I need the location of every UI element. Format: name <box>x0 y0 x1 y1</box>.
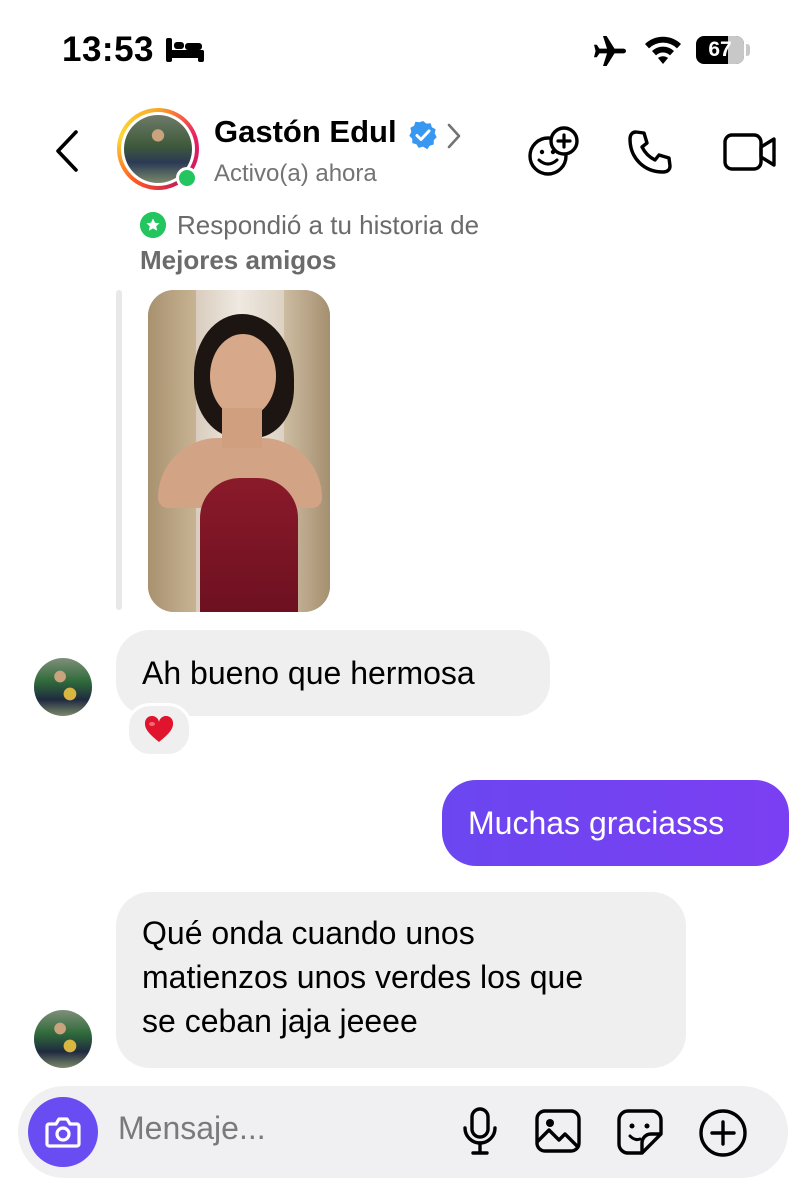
message-text: Muchas graciasss <box>468 805 725 841</box>
sticker-icon[interactable] <box>616 1108 664 1156</box>
outgoing-message[interactable]: Muchas graciasss <box>442 780 789 866</box>
gallery-icon[interactable] <box>534 1108 582 1154</box>
contact-name[interactable]: Gastón Edul <box>214 114 397 150</box>
story-thumbnail[interactable] <box>148 290 330 612</box>
chevron-right-icon[interactable] <box>446 122 462 150</box>
phone-icon[interactable] <box>626 128 674 176</box>
plus-icon[interactable] <box>698 1108 748 1158</box>
close-friends-star-icon <box>140 212 166 238</box>
story-reply-label: Respondió a tu historia de <box>177 210 480 240</box>
reply-quote-bar <box>116 290 122 610</box>
heart-icon <box>144 715 174 742</box>
message-reaction[interactable] <box>126 703 192 757</box>
microphone-icon[interactable] <box>460 1106 500 1156</box>
battery-tip <box>746 44 750 56</box>
bed-icon <box>166 38 204 62</box>
contact-status: Activo(a) ahora <box>214 160 377 187</box>
message-text: Ah bueno que hermosa <box>142 655 475 691</box>
camera-icon <box>45 1117 81 1148</box>
camera-button[interactable] <box>28 1097 98 1167</box>
message-text-line: matienzos unos verdes los que <box>142 959 584 995</box>
incoming-message[interactable]: Qué onda cuando unos matienzos unos verd… <box>116 892 686 1068</box>
wifi-icon <box>645 36 681 64</box>
contact-avatar-small[interactable] <box>34 658 92 716</box>
effects-icon[interactable] <box>526 126 580 178</box>
airplane-icon <box>594 36 626 66</box>
message-text-line: Qué onda cuando unos <box>142 915 475 951</box>
incoming-message[interactable]: Ah bueno que hermosa <box>116 630 550 716</box>
verified-badge-icon <box>409 121 437 150</box>
status-time: 13:53 <box>62 30 155 69</box>
back-icon[interactable] <box>50 128 84 174</box>
video-camera-icon[interactable] <box>722 128 778 176</box>
battery-level: 67 <box>708 38 732 61</box>
message-text-line: se ceban jaja jeeee <box>142 1003 418 1039</box>
battery-icon: 67 <box>696 36 744 64</box>
story-reply-audience: Mejores amigos <box>140 245 337 275</box>
contact-avatar-small[interactable] <box>34 1010 92 1068</box>
online-indicator <box>176 167 198 189</box>
message-input[interactable]: Mensaje... <box>118 1110 266 1147</box>
